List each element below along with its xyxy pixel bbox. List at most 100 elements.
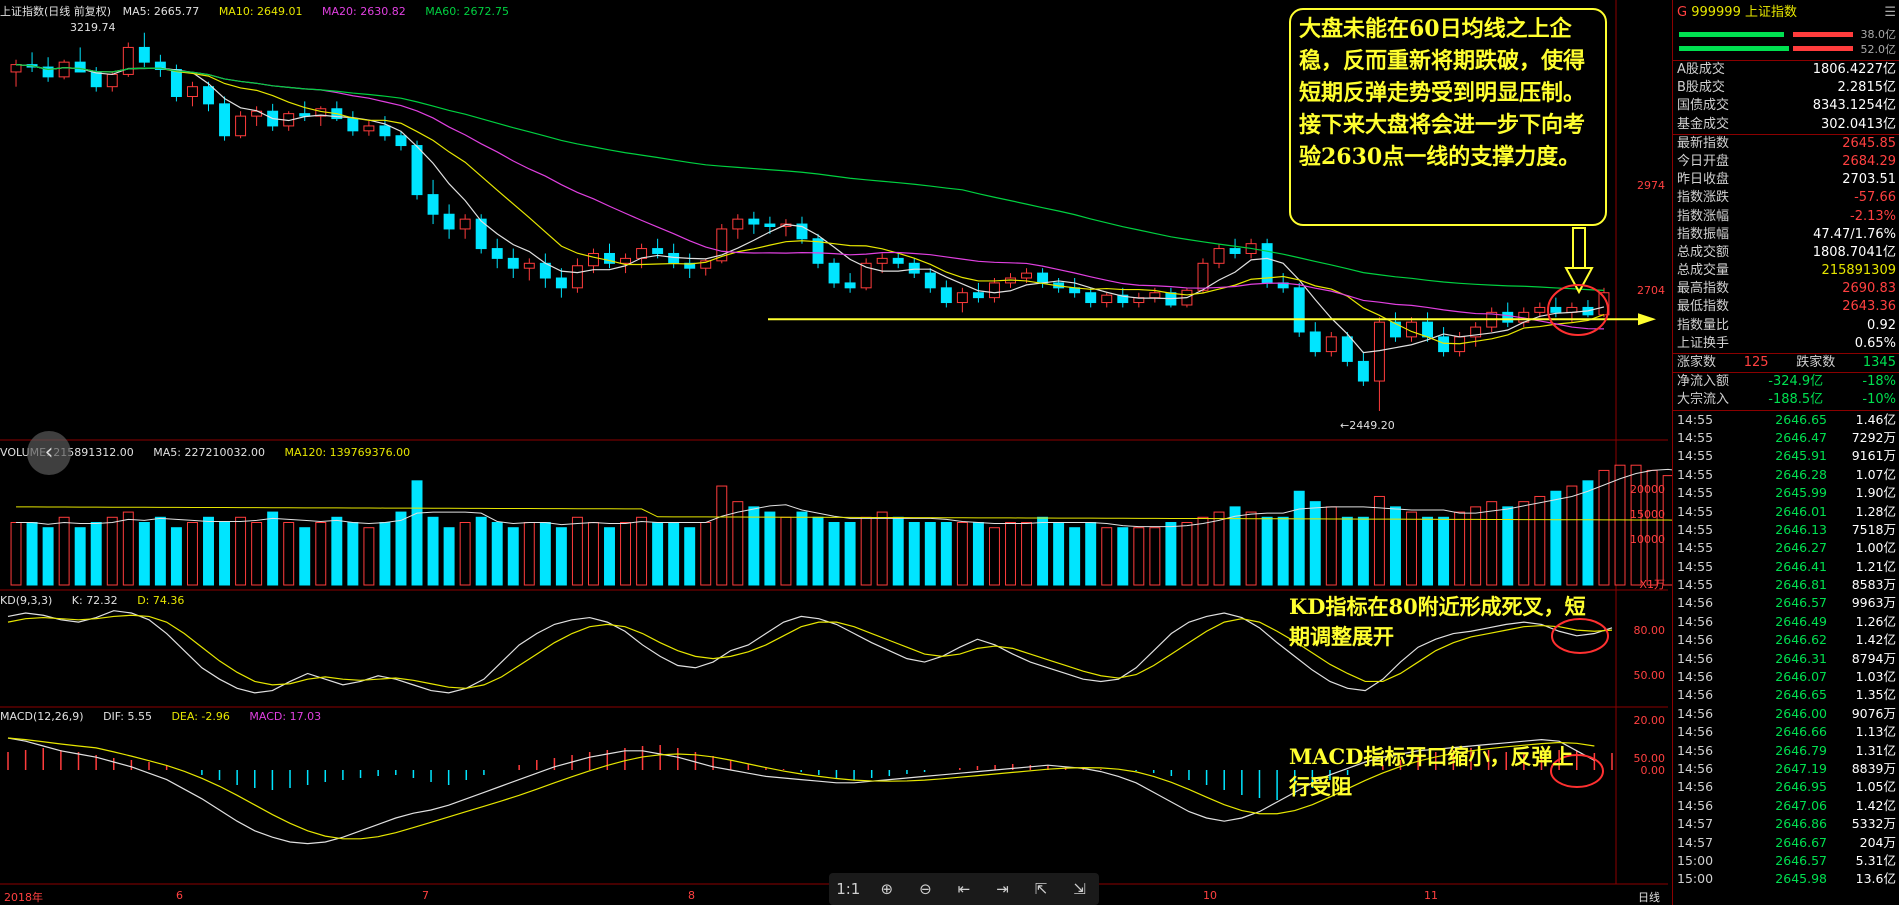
volume-bar bbox=[42, 527, 54, 586]
candle-body bbox=[988, 282, 1000, 299]
candle-body bbox=[1357, 360, 1369, 382]
kd-tick-50: 50.00 bbox=[1633, 669, 1666, 682]
candle-body bbox=[203, 86, 214, 105]
tick-time: 15:00 bbox=[1677, 871, 1714, 887]
volume-bar bbox=[26, 522, 38, 586]
vol-ma120-value: 139769376.00 bbox=[329, 446, 411, 459]
tick-price: 2645.99 bbox=[1775, 485, 1827, 501]
move-end-icon[interactable]: ⇲ bbox=[1067, 877, 1093, 901]
volume-bar bbox=[251, 522, 263, 586]
volume-bar bbox=[972, 522, 984, 586]
x-label-6: 6 bbox=[176, 889, 183, 902]
candle-body bbox=[347, 118, 359, 132]
volume-bar bbox=[219, 522, 231, 586]
volume-bar bbox=[892, 516, 904, 586]
down-label: 跌家数 bbox=[1796, 355, 1836, 370]
tick-time: 15:00 bbox=[1677, 852, 1714, 868]
prev-arrow-button[interactable]: ‹ bbox=[27, 431, 71, 475]
volume-bar bbox=[1133, 527, 1145, 586]
candle-body bbox=[491, 248, 503, 259]
tick-time: 14:56 bbox=[1677, 742, 1714, 758]
volume-bar bbox=[106, 516, 118, 586]
volume-bar bbox=[1454, 511, 1466, 586]
candle-body bbox=[106, 73, 118, 88]
flow-row: 净流入额 -324.9亿 -18% bbox=[1673, 373, 1899, 391]
macd-params: (12,26,9) bbox=[32, 710, 84, 723]
tick-volume: 1.35亿 bbox=[1855, 687, 1896, 703]
candle-body bbox=[507, 257, 519, 269]
move-start-icon[interactable]: ⇱ bbox=[1028, 877, 1054, 901]
volume-bar bbox=[154, 516, 166, 586]
stat-label: 最高指数 bbox=[1677, 281, 1730, 297]
panel-menu-icon[interactable]: ☰ bbox=[1884, 0, 1896, 26]
tick-volume: 1.46亿 bbox=[1855, 411, 1896, 427]
volume-bar bbox=[459, 522, 471, 586]
volume-bar bbox=[652, 522, 664, 586]
kd-params: (9,3,3) bbox=[15, 594, 53, 607]
volume-bar bbox=[764, 511, 776, 586]
tick-time: 14:56 bbox=[1677, 760, 1714, 776]
volume-bar bbox=[700, 522, 712, 586]
volume-bar bbox=[1117, 527, 1129, 586]
volume-bar bbox=[636, 516, 648, 586]
tick-time: 14:56 bbox=[1677, 669, 1714, 685]
tick-price: 2646.01 bbox=[1775, 503, 1827, 519]
volume-bar bbox=[1293, 490, 1305, 586]
tick-row: 14:57 2646.86 5332万 bbox=[1673, 815, 1899, 833]
volume-bar bbox=[90, 522, 102, 586]
stat-label: 指数涨跌 bbox=[1677, 190, 1730, 206]
tick-row: 14:55 2646.81 8583万 bbox=[1673, 576, 1899, 594]
up-label: 涨家数 bbox=[1677, 355, 1717, 370]
move-right-icon[interactable]: ⇥ bbox=[990, 877, 1016, 901]
candle-body bbox=[587, 252, 599, 267]
candle-body bbox=[1438, 336, 1450, 353]
volume-bar bbox=[1085, 522, 1097, 586]
tick-row: 14:55 2646.27 1.00亿 bbox=[1673, 539, 1899, 557]
tick-time: 14:55 bbox=[1677, 540, 1714, 556]
tick-volume: 1.90亿 bbox=[1855, 485, 1896, 501]
candle-body bbox=[10, 64, 22, 73]
zoom-reset-button[interactable]: 1:1 bbox=[835, 877, 861, 901]
tick-price: 2645.98 bbox=[1775, 871, 1827, 887]
tick-time: 14:56 bbox=[1677, 650, 1714, 666]
tick-volume: 1.00亿 bbox=[1855, 540, 1896, 556]
volume-bar bbox=[507, 527, 519, 586]
tick-price: 2646.57 bbox=[1775, 852, 1827, 868]
volume-bar bbox=[1037, 516, 1049, 586]
tick-volume: 8583万 bbox=[1851, 577, 1896, 593]
stat-row: 总成交量 215891309 bbox=[1673, 262, 1899, 280]
volume-bar bbox=[1101, 527, 1113, 586]
volume-bar bbox=[908, 522, 920, 586]
flow-label: 大宗流入 bbox=[1677, 392, 1730, 408]
volume-bar bbox=[860, 516, 872, 586]
tick-volume: 1.42亿 bbox=[1855, 632, 1896, 648]
volume-bar bbox=[235, 516, 247, 586]
tick-time: 14:56 bbox=[1677, 705, 1714, 721]
kd-tick-20: 20.00 bbox=[1633, 714, 1666, 727]
candle-body bbox=[1502, 311, 1514, 323]
tick-row: 15:00 2645.98 13.6亿 bbox=[1673, 870, 1899, 888]
candle-body bbox=[972, 292, 984, 299]
ma10-value: 2649.01 bbox=[257, 5, 303, 18]
tick-price: 2646.66 bbox=[1775, 724, 1827, 740]
tick-volume: 13.6亿 bbox=[1855, 871, 1896, 887]
breadth-row: 涨家数 125 跌家数 1345 bbox=[1673, 353, 1899, 372]
tick-time: 14:56 bbox=[1677, 595, 1714, 611]
tick-price: 2645.91 bbox=[1775, 448, 1827, 464]
volume-bar bbox=[539, 522, 551, 586]
move-left-icon[interactable]: ⇤ bbox=[951, 877, 977, 901]
stats-list: A股成交 1806.4227亿 B股成交 2.2815亿 国债成交 8343.1254亿基… bbox=[1673, 60, 1899, 353]
candle-body bbox=[170, 69, 182, 97]
volume-bar bbox=[1213, 511, 1225, 586]
tick-volume: 8839万 bbox=[1851, 760, 1896, 776]
tick-row: 14:55 2646.01 1.28亿 bbox=[1673, 503, 1899, 521]
zoom-out-icon[interactable]: ⊖ bbox=[912, 877, 938, 901]
tick-row: 15:00 2646.57 5.31亿 bbox=[1673, 852, 1899, 870]
tick-row: 14:55 2645.99 1.90亿 bbox=[1673, 484, 1899, 502]
price-tick-2974: 2974 bbox=[1637, 179, 1665, 192]
candle-body bbox=[1293, 287, 1305, 333]
candle-body bbox=[1341, 336, 1353, 362]
candle-body bbox=[844, 282, 856, 289]
zoom-in-icon[interactable]: ⊕ bbox=[874, 877, 900, 901]
panel-g-icon: G bbox=[1677, 5, 1688, 20]
